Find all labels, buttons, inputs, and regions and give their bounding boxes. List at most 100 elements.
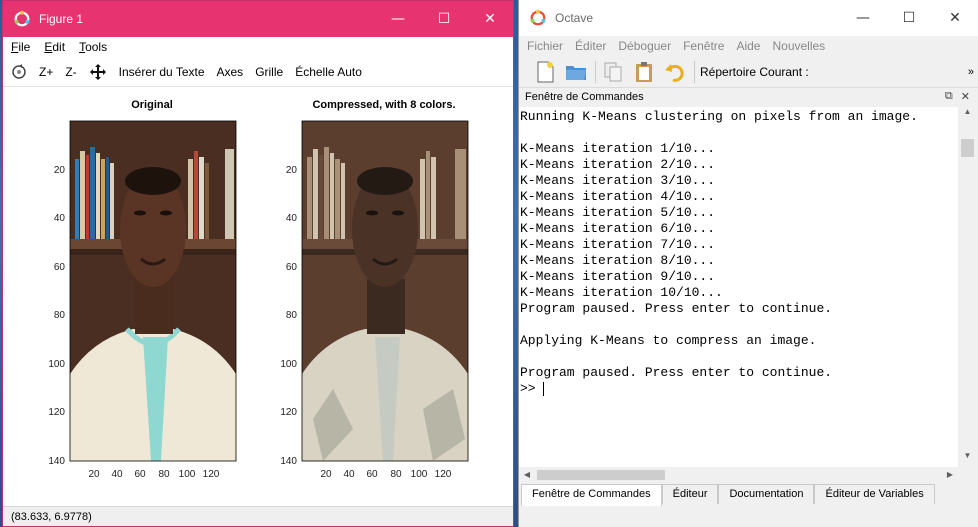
x-tick-label: 40 xyxy=(343,469,355,480)
new-file-icon[interactable] xyxy=(533,60,557,84)
zoom-in-button[interactable]: Z+ xyxy=(39,65,53,79)
rotate-icon[interactable] xyxy=(11,63,27,80)
figure-canvas[interactable]: Original Compressed, with 8 colors. 20 4… xyxy=(3,89,513,507)
y-tick-label: 40 xyxy=(54,213,66,224)
y-tick-label: 60 xyxy=(286,262,298,273)
figure-statusbar: (83.633, 6.9778) xyxy=(3,506,513,526)
scroll-down-icon[interactable]: ▼ xyxy=(958,451,977,467)
open-folder-icon[interactable] xyxy=(564,60,588,84)
dock-tabs: Fenêtre de Commandes Éditeur Documentati… xyxy=(519,484,977,506)
close-dock-icon[interactable]: ✕ xyxy=(961,90,970,103)
minimize-icon[interactable]: — xyxy=(840,0,886,36)
figure-toolbar: Z+ Z- Insérer du Texte Axes Grille Échel… xyxy=(3,57,513,87)
menu-nouvelles[interactable]: Nouvelles xyxy=(772,39,825,53)
octave-logo-icon xyxy=(530,9,546,26)
y-axis-original: 20 40 60 80 100 120 140 xyxy=(48,165,65,467)
menu-fichier[interactable]: Fichier xyxy=(527,39,563,53)
scrollbar-thumb[interactable] xyxy=(961,139,974,157)
tab-variable-editor[interactable]: Éditeur de Variables xyxy=(814,484,935,504)
zoom-out-button[interactable]: Z- xyxy=(65,65,76,79)
maximize-icon[interactable]: ☐ xyxy=(886,0,932,36)
x-tick-label: 60 xyxy=(366,469,378,480)
figure-titlebar[interactable]: Figure 1 — ☐ ✕ xyxy=(3,1,513,37)
console-horizontal-scrollbar[interactable]: ◀ ▶ xyxy=(519,467,958,483)
console-line: ​ xyxy=(520,349,958,365)
octave-title: Octave xyxy=(555,11,594,25)
figure-window: Figure 1 — ☐ ✕ File Edit Tools Z+ Z- Ins… xyxy=(2,0,514,527)
pointer-coordinates: (83.633, 6.9778) xyxy=(11,510,92,523)
paste-icon[interactable] xyxy=(632,60,656,84)
command-console[interactable]: Running K-Means clustering on pixels fro… xyxy=(519,107,958,467)
y-tick-label: 140 xyxy=(48,456,65,467)
tab-command-window[interactable]: Fenêtre de Commandes xyxy=(521,484,662,506)
scroll-left-icon[interactable]: ◀ xyxy=(519,467,535,483)
autoscale-button[interactable]: Échelle Auto xyxy=(295,65,362,79)
tab-editor[interactable]: Éditeur xyxy=(661,484,719,504)
console-line: ​ xyxy=(520,317,958,333)
console-line: K-Means iteration 9/10... xyxy=(520,269,716,284)
y-tick-label: 100 xyxy=(48,359,65,370)
console-line: K-Means iteration 6/10... xyxy=(520,221,716,236)
y-axis-compressed: 20 40 60 80 100 120 140 xyxy=(280,165,297,467)
compressed-image xyxy=(302,121,468,461)
toolbar-separator xyxy=(595,60,596,83)
toolbar-overflow-icon[interactable]: » xyxy=(968,66,974,78)
scrollbar-thumb[interactable] xyxy=(537,470,665,480)
figure-plots: Original Compressed, with 8 colors. 20 4… xyxy=(48,99,469,480)
copy-icon[interactable] xyxy=(601,60,625,84)
menu-tools[interactable]: Tools xyxy=(79,40,107,54)
console-vertical-scrollbar[interactable]: ▲ ▼ xyxy=(958,107,977,467)
figure-menubar: File Edit Tools xyxy=(3,37,513,57)
close-icon[interactable]: ✕ xyxy=(467,1,513,37)
menu-file[interactable]: File xyxy=(11,40,30,54)
tab-documentation[interactable]: Documentation xyxy=(718,484,815,504)
axes-button[interactable]: Axes xyxy=(217,65,244,79)
y-tick-label: 20 xyxy=(286,165,298,176)
menu-edit[interactable]: Edit xyxy=(44,40,65,54)
x-tick-label: 100 xyxy=(179,469,196,480)
x-tick-label: 60 xyxy=(134,469,146,480)
console-line: K-Means iteration 2/10... xyxy=(520,157,716,172)
maximize-icon[interactable]: ☐ xyxy=(421,1,467,37)
octave-titlebar[interactable]: Octave — ☐ ✕ xyxy=(519,0,978,36)
prompt-line[interactable]: >> xyxy=(520,381,958,397)
plot-title-original: Original xyxy=(131,99,173,111)
x-tick-label: 100 xyxy=(411,469,428,480)
y-tick-label: 120 xyxy=(48,407,65,418)
console-line: Running K-Means clustering on pixels fro… xyxy=(520,109,918,124)
menu-editer[interactable]: Éditer xyxy=(575,39,606,53)
console-line: K-Means iteration 10/10... xyxy=(520,285,723,300)
octave-window: Octave — ☐ ✕ Fichier Éditer Déboguer Fen… xyxy=(518,0,978,527)
console-line: K-Means iteration 3/10... xyxy=(520,173,716,188)
octave-menubar: Fichier Éditer Déboguer Fenêtre Aide Nou… xyxy=(519,36,978,56)
menu-deboguer[interactable]: Déboguer xyxy=(618,39,671,53)
undo-icon[interactable] xyxy=(663,60,687,84)
y-tick-label: 80 xyxy=(54,310,66,321)
y-tick-label: 20 xyxy=(54,165,66,176)
undock-icon[interactable]: ⧉ xyxy=(945,90,953,103)
minimize-icon[interactable]: — xyxy=(375,1,421,37)
insert-text-button[interactable]: Insérer du Texte xyxy=(119,65,205,79)
command-prompt: >> xyxy=(520,381,544,396)
console-line: K-Means iteration 4/10... xyxy=(520,189,716,204)
console-line: Program paused. Press enter to continue. xyxy=(520,365,833,380)
y-tick-label: 100 xyxy=(280,359,297,370)
toolbar-separator xyxy=(694,60,695,83)
original-image xyxy=(70,121,236,461)
x-tick-label: 20 xyxy=(320,469,332,480)
figure-title: Figure 1 xyxy=(39,12,84,26)
console-line: K-Means iteration 7/10... xyxy=(520,237,716,252)
pan-icon[interactable] xyxy=(89,63,107,81)
console-line: K-Means iteration 5/10... xyxy=(520,205,716,220)
scroll-up-icon[interactable]: ▲ xyxy=(958,107,977,123)
menu-aide[interactable]: Aide xyxy=(736,39,760,53)
x-tick-label: 20 xyxy=(88,469,100,480)
close-icon[interactable]: ✕ xyxy=(932,0,978,36)
command-window-header: Fenêtre de Commandes ⧉ ✕ xyxy=(519,88,978,106)
x-tick-label: 40 xyxy=(111,469,123,480)
x-tick-label: 80 xyxy=(158,469,170,480)
scroll-right-icon[interactable]: ▶ xyxy=(942,467,958,483)
grid-button[interactable]: Grille xyxy=(255,65,283,79)
menu-fenetre[interactable]: Fenêtre xyxy=(683,39,724,53)
plot-title-compressed: Compressed, with 8 colors. xyxy=(312,99,455,111)
